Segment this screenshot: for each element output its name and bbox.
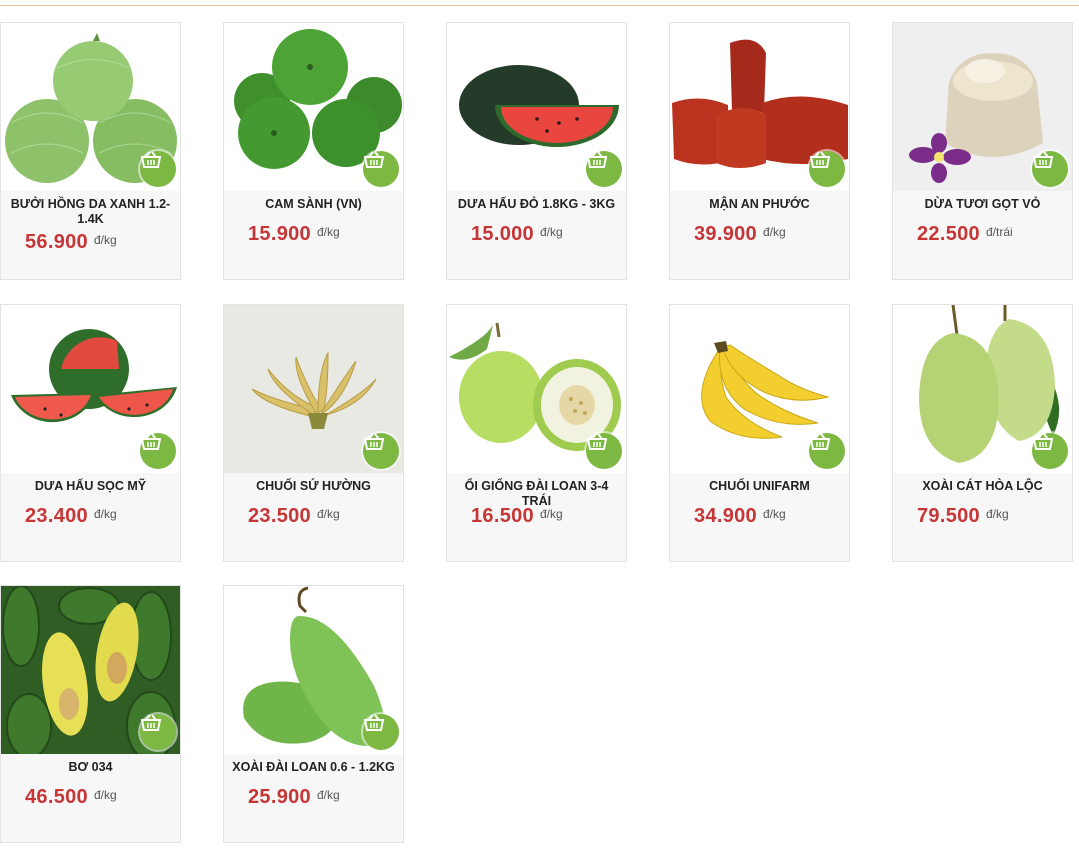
product-name[interactable]: BƠ 034 [7,760,174,775]
product-price: 22.500 [917,223,980,245]
add-to-cart-button[interactable] [586,151,622,187]
price-row: 25.900 đ/kg [248,786,340,809]
price-unit: đ/kg [93,788,117,802]
add-to-cart-button[interactable] [586,433,622,469]
rose-apple-image[interactable] [670,23,849,191]
top-divider [0,5,1079,6]
product-name[interactable]: DƯA HẤU SỌC MỸ [7,479,174,494]
price-row: 22.500 đ/trái [917,223,1013,246]
add-to-cart-button[interactable] [363,714,399,750]
add-to-cart-button[interactable] [1032,151,1068,187]
product-price: 46.500 [25,786,88,808]
add-to-cart-button[interactable] [1032,433,1068,469]
product-card[interactable]: DƯA HẤU SỌC MỸ 23.400 đ/kg [0,304,181,562]
product-card[interactable]: CAM SÀNH (VN) 15.900 đ/kg [223,22,404,280]
price-row: 15.000 đ/kg [471,223,563,246]
product-name[interactable]: CAM SÀNH (VN) [230,197,397,212]
add-to-cart-button[interactable] [363,433,399,469]
product-price: 25.900 [248,786,311,808]
product-card[interactable]: BƠ 034 46.500 đ/kg [0,585,181,843]
price-unit: đ/kg [316,507,340,521]
add-to-cart-button[interactable] [140,433,176,469]
product-price: 56.900 [25,231,88,253]
watermelon-image[interactable] [447,23,626,191]
price-unit: đ/kg [539,225,563,239]
add-to-cart-button[interactable] [140,714,176,750]
product-name[interactable]: CHUỐI SỨ HƯỜNG [230,479,397,494]
basket-icon [1032,433,1054,450]
add-to-cart-button[interactable] [809,433,845,469]
price-unit: đ/kg [316,788,340,802]
price-unit: đ/kg [539,507,563,521]
basket-icon [363,151,385,168]
product-price: 16.500 [471,505,534,527]
price-unit: đ/kg [762,225,786,239]
basket-icon [140,433,162,450]
product-name[interactable]: DỪA TƯƠI GỌT VỎ [899,197,1066,212]
price-row: 39.900 đ/kg [694,223,786,246]
price-row: 34.900 đ/kg [694,505,786,528]
product-name[interactable]: CHUỐI UNIFARM [676,479,843,494]
green-mango-image[interactable] [224,586,403,754]
basket-icon [363,433,385,450]
product-card[interactable]: CHUỐI SỨ HƯỜNG 23.500 đ/kg [223,304,404,562]
price-row: 15.900 đ/kg [248,223,340,246]
basket-icon [809,433,831,450]
product-name[interactable]: DƯA HẤU ĐỎ 1.8KG - 3KG [453,197,620,212]
basket-icon [1032,151,1054,168]
banana-bunch-image[interactable] [224,305,403,473]
product-card[interactable]: DỪA TƯƠI GỌT VỎ 22.500 đ/trái [892,22,1073,280]
price-row: 79.500 đ/kg [917,505,1009,528]
price-row: 23.500 đ/kg [248,505,340,528]
product-price: 79.500 [917,505,980,527]
product-card[interactable]: BƯỞI HỒNG DA XANH 1.2-1.4K 56.900 đ/kg [0,22,181,280]
price-unit: đ/kg [985,507,1009,521]
product-card[interactable]: MẬN AN PHƯỚC 39.900 đ/kg [669,22,850,280]
add-to-cart-button[interactable] [363,151,399,187]
product-name[interactable]: XOÀI CÁT HÒA LỘC [899,479,1066,494]
orange-image[interactable] [224,23,403,191]
guava-image[interactable] [447,305,626,473]
product-card[interactable]: CHUỐI UNIFARM 34.900 đ/kg [669,304,850,562]
price-row: 23.400 đ/kg [25,505,117,528]
pomelo-image[interactable] [1,23,180,191]
product-name[interactable]: MẬN AN PHƯỚC [676,197,843,212]
product-price: 23.500 [248,505,311,527]
price-unit: đ/kg [762,507,786,521]
product-price: 15.900 [248,223,311,245]
basket-icon [363,714,385,731]
basket-icon [140,714,162,731]
add-to-cart-button[interactable] [140,151,176,187]
add-to-cart-button[interactable] [809,151,845,187]
product-name[interactable]: BƯỞI HỒNG DA XANH 1.2-1.4K [7,197,174,227]
price-unit: đ/kg [93,233,117,247]
price-unit: đ/kg [93,507,117,521]
basket-icon [586,433,608,450]
price-row: 46.500 đ/kg [25,786,117,809]
price-row: 16.500 đ/kg [471,505,563,528]
mango-image[interactable] [893,305,1072,473]
product-card[interactable]: DƯA HẤU ĐỎ 1.8KG - 3KG 15.000 đ/kg [446,22,627,280]
price-unit: đ/kg [316,225,340,239]
banana-image[interactable] [670,305,849,473]
product-card[interactable]: XOÀI ĐÀI LOAN 0.6 - 1.2KG 25.900 đ/kg [223,585,404,843]
basket-icon [586,151,608,168]
avocado-image[interactable] [1,586,180,754]
product-price: 39.900 [694,223,757,245]
basket-icon [809,151,831,168]
product-card[interactable]: XOÀI CÁT HÒA LỘC 79.500 đ/kg [892,304,1073,562]
product-price: 23.400 [25,505,88,527]
basket-icon [140,151,162,168]
product-name[interactable]: XOÀI ĐÀI LOAN 0.6 - 1.2KG [230,760,397,775]
price-row: 56.900 đ/kg [25,231,117,254]
price-unit: đ/trái [985,225,1013,239]
product-price: 15.000 [471,223,534,245]
striped-watermelon-image[interactable] [1,305,180,473]
product-price: 34.900 [694,505,757,527]
coconut-image[interactable] [893,23,1072,191]
product-card[interactable]: ỔI GIỐNG ĐÀI LOAN 3-4 TRÁI 16.500 đ/kg [446,304,627,562]
